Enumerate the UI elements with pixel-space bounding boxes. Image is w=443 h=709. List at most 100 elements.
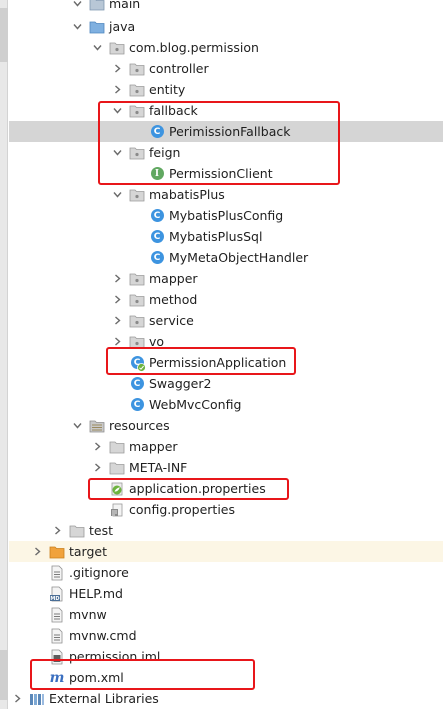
folder-icon <box>109 460 125 476</box>
tree-item-mybatisplus-sql[interactable]: C MybatisPlusSql <box>9 226 443 247</box>
package-icon <box>129 271 145 287</box>
tree-item-label: controller <box>149 60 209 76</box>
chevron-down-icon[interactable] <box>113 190 122 199</box>
tree-item-webmvcconfig[interactable]: C WebMvcConfig <box>9 394 443 415</box>
tree-item-meta-inf[interactable]: META-INF <box>9 457 443 478</box>
tree-item-label: service <box>149 312 194 328</box>
tree-item-swagger2[interactable]: C Swagger2 <box>9 373 443 394</box>
chevron-down-icon[interactable] <box>73 0 82 8</box>
class-icon: C <box>149 124 165 140</box>
tree-item-label: main <box>109 0 141 11</box>
tree-item-mybatisplus-config[interactable]: C MybatisPlusConfig <box>9 205 443 226</box>
tree-item-pom-xml[interactable]: m pom.xml <box>9 667 443 688</box>
tree-item-label: method <box>149 291 198 307</box>
package-icon <box>129 313 145 329</box>
tree-item-entity[interactable]: entity <box>9 79 443 100</box>
chevron-right-icon[interactable] <box>93 463 102 472</box>
package-icon <box>129 334 145 350</box>
tree-item-method[interactable]: method <box>9 289 443 310</box>
tree-item-gitignore[interactable]: .gitignore <box>9 562 443 583</box>
tree-item-label: MyMetaObjectHandler <box>169 249 309 265</box>
chevron-right-icon[interactable] <box>113 295 122 304</box>
tree-item-permission-application[interactable]: C PermissionApplication <box>9 352 443 373</box>
project-tree: main java com.blog.permission controller… <box>9 0 443 709</box>
tree-item-label: PermissionClient <box>169 165 273 181</box>
svg-text:MD: MD <box>50 596 59 602</box>
tree-item-label: test <box>89 522 114 538</box>
chevron-down-icon[interactable] <box>73 22 82 31</box>
folder-icon <box>89 0 105 12</box>
resources-folder-icon <box>89 418 105 434</box>
tree-item-resources[interactable]: resources <box>9 415 443 436</box>
spring-boot-class-icon: C <box>129 355 146 372</box>
tree-item-perimission-fallback[interactable]: C PerimissionFallback <box>9 121 443 142</box>
libraries-icon <box>29 691 45 707</box>
chevron-down-icon[interactable] <box>93 43 102 52</box>
chevron-right-icon[interactable] <box>113 64 122 73</box>
chevron-right-icon[interactable] <box>113 337 122 346</box>
package-icon <box>129 145 145 161</box>
tree-item-mapper-package[interactable]: mapper <box>9 268 443 289</box>
tree-item-label: feign <box>149 144 181 160</box>
properties-file-icon <box>109 502 125 518</box>
project-tool-tab[interactable] <box>0 8 8 62</box>
tree-item-permission-client[interactable]: I PermissionClient <box>9 163 443 184</box>
tree-item-external-libraries[interactable]: External Libraries <box>9 688 443 709</box>
text-file-icon <box>49 607 65 623</box>
tree-item-label: permission.iml <box>69 648 161 664</box>
chevron-right-icon[interactable] <box>33 547 42 556</box>
chevron-right-icon[interactable] <box>113 274 122 283</box>
tree-item-com-blog-permission[interactable]: com.blog.permission <box>9 37 443 58</box>
tree-item-label: mapper <box>129 438 178 454</box>
chevron-right-icon[interactable] <box>113 85 122 94</box>
chevron-right-icon[interactable] <box>93 442 102 451</box>
package-icon <box>129 82 145 98</box>
chevron-right-icon[interactable] <box>53 526 62 535</box>
tree-item-vo[interactable]: vo <box>9 331 443 352</box>
package-icon <box>129 61 145 77</box>
text-file-icon <box>49 628 65 644</box>
chevron-right-icon[interactable] <box>13 694 22 703</box>
tree-item-label: java <box>109 18 136 34</box>
tree-item-java[interactable]: java <box>9 16 443 37</box>
tree-item-feign[interactable]: feign <box>9 142 443 163</box>
tree-item-service[interactable]: service <box>9 310 443 331</box>
package-icon <box>109 40 125 56</box>
excluded-folder-icon <box>49 544 65 560</box>
tree-item-label: entity <box>149 81 186 97</box>
structure-tool-tab[interactable] <box>0 650 8 700</box>
chevron-down-icon[interactable] <box>73 421 82 430</box>
interface-icon: I <box>149 166 165 182</box>
source-folder-icon <box>89 19 105 35</box>
tree-item-application-properties[interactable]: application.properties <box>9 478 443 499</box>
class-icon: C <box>149 229 165 245</box>
class-icon: C <box>129 376 145 392</box>
tree-item-test[interactable]: test <box>9 520 443 541</box>
spring-properties-icon <box>109 481 125 497</box>
class-icon: C <box>149 208 165 224</box>
tree-item-permission-iml[interactable]: permission.iml <box>9 646 443 667</box>
package-icon <box>129 187 145 203</box>
tree-item-label: .gitignore <box>69 564 129 580</box>
tree-item-label: Swagger2 <box>149 375 212 391</box>
left-tool-strip <box>0 0 8 709</box>
chevron-right-icon[interactable] <box>113 316 122 325</box>
tree-item-config-properties[interactable]: config.properties <box>9 499 443 520</box>
tree-item-fallback[interactable]: fallback <box>9 100 443 121</box>
tree-item-mapper-folder[interactable]: mapper <box>9 436 443 457</box>
tree-item-label: PerimissionFallback <box>169 123 291 139</box>
tree-item-label: PermissionApplication <box>149 354 287 370</box>
package-icon <box>129 103 145 119</box>
tree-item-mymetaobjecthandler[interactable]: C MyMetaObjectHandler <box>9 247 443 268</box>
tree-item-mabatisplus[interactable]: mabatisPlus <box>9 184 443 205</box>
tree-item-label: mvnw.cmd <box>69 627 137 643</box>
tree-item-main[interactable]: main <box>9 0 443 14</box>
tree-item-mvnw[interactable]: mvnw <box>9 604 443 625</box>
tree-item-label: target <box>69 543 108 559</box>
chevron-down-icon[interactable] <box>113 106 122 115</box>
chevron-down-icon[interactable] <box>113 148 122 157</box>
tree-item-target[interactable]: target <box>9 541 443 562</box>
tree-item-mvnw-cmd[interactable]: mvnw.cmd <box>9 625 443 646</box>
tree-item-controller[interactable]: controller <box>9 58 443 79</box>
tree-item-help-md[interactable]: MD HELP.md <box>9 583 443 604</box>
